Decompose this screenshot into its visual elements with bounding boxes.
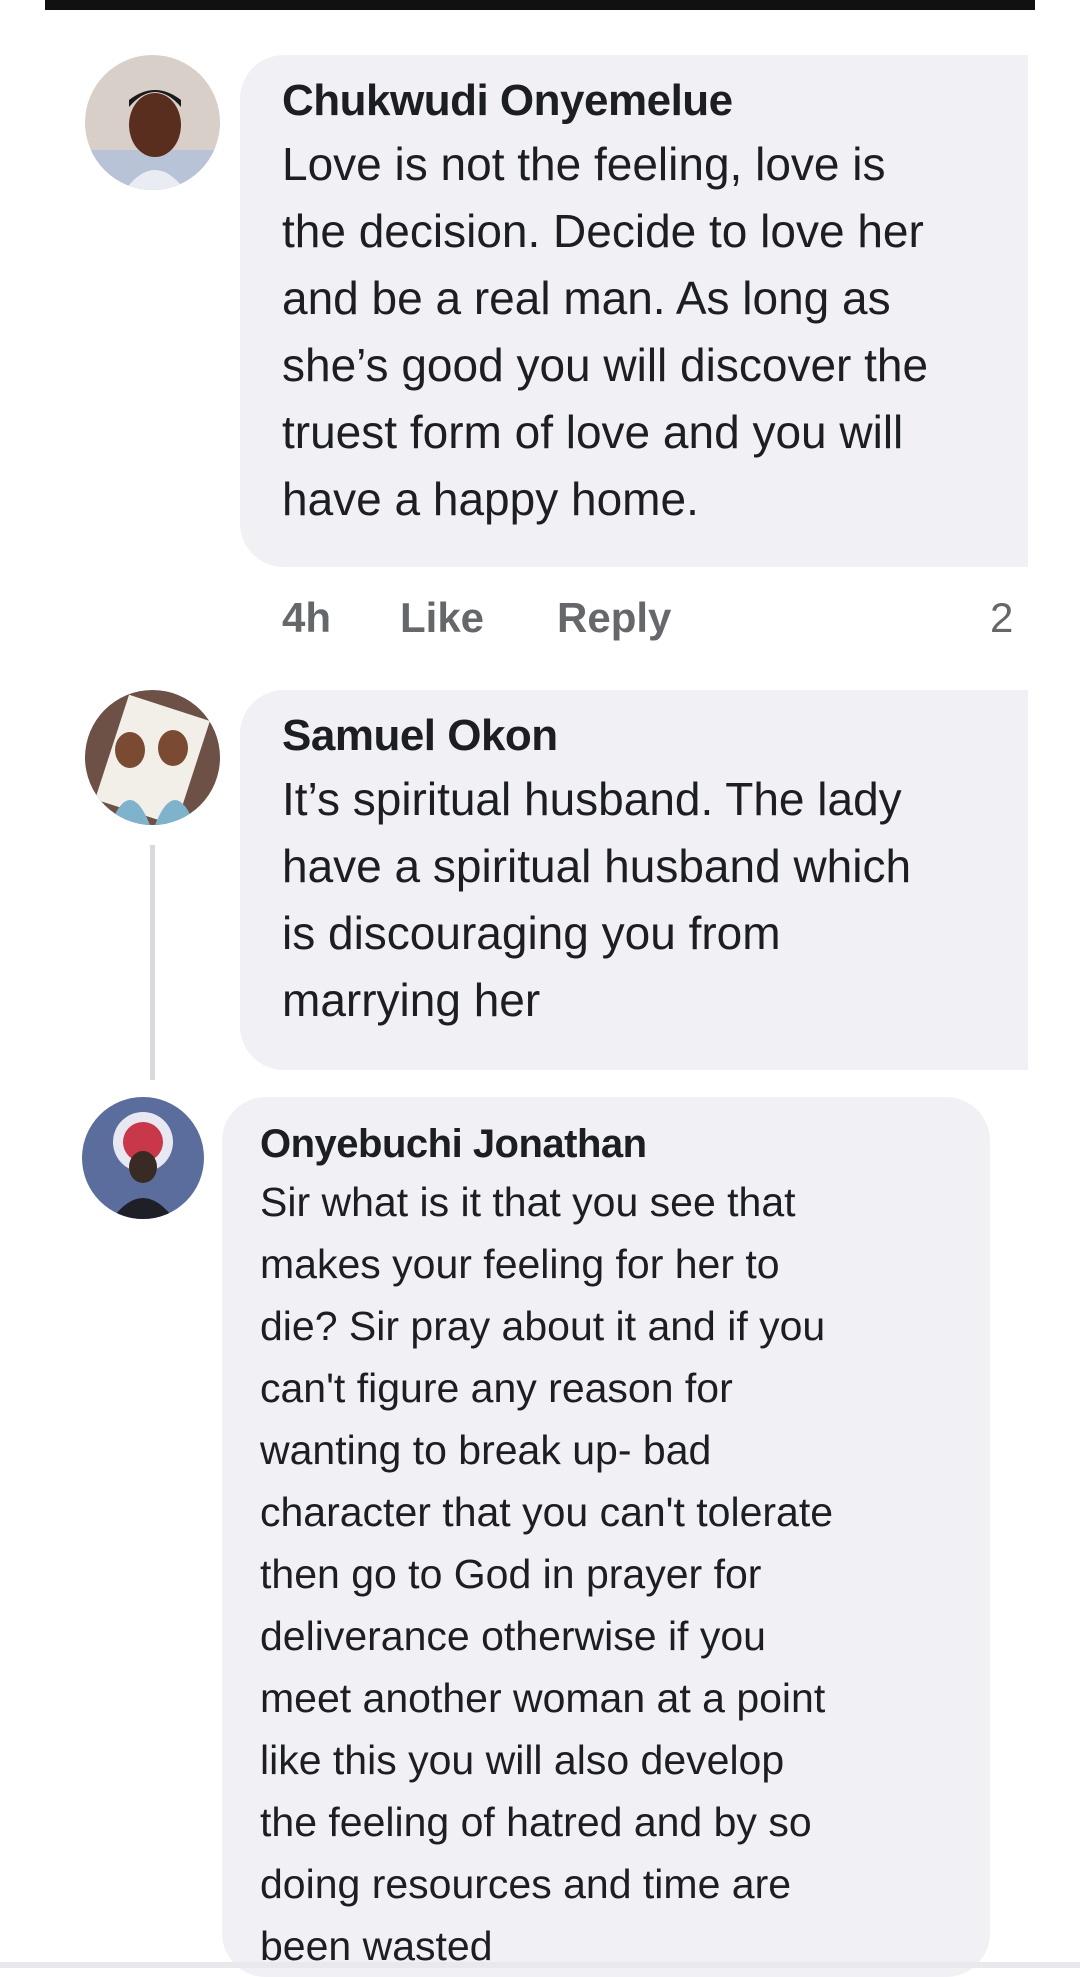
comment-text-line: like this you will also develop [260, 1737, 785, 1783]
comment-text-line: Love is not the feeling, love is [282, 138, 886, 190]
thread-connector-line [150, 845, 155, 1080]
comment-author[interactable]: Samuel Okon [282, 712, 1028, 760]
comment-text-line: have a happy home. [282, 473, 699, 525]
comment-text-line: doing resources and time are [260, 1861, 792, 1907]
comment-author[interactable]: Onyebuchi Jonathan [260, 1121, 990, 1167]
avatar-chukwudi[interactable] [85, 55, 220, 190]
comment-text: It’s spiritual husband. The lady have a … [282, 766, 1028, 1034]
bottom-strip [0, 1962, 1080, 1968]
comment-bubble-1: Chukwudi Onyemelue Love is not the feeli… [240, 55, 1028, 567]
comment-text-line: Sir what is it that you see that [260, 1179, 796, 1225]
comment-text-line: then go to God in prayer for [260, 1551, 762, 1597]
comment-text-line: can't figure any reason for [260, 1365, 733, 1411]
comment-text-line: marrying her [282, 974, 541, 1026]
comment-text-line: makes your feeling for her to [260, 1241, 780, 1287]
comment-text-line: and be a real man. As long as [282, 272, 891, 324]
avatar-photo-icon [85, 690, 220, 825]
comment-text-line: die? Sir pray about it and if you [260, 1303, 826, 1349]
comment-text-line: It’s spiritual husband. The lady [282, 773, 902, 825]
reaction-count[interactable]: 2 [990, 594, 1013, 642]
comment-actions: 4h Like Reply 2 [282, 594, 1022, 650]
comment-text-line: have a spiritual husband which [282, 840, 912, 892]
comment-bubble-3: Onyebuchi Jonathan Sir what is it that y… [222, 1097, 990, 1977]
like-button[interactable]: Like [400, 594, 484, 642]
comment-bubble-2: Samuel Okon It’s spiritual husband. The … [240, 690, 1028, 1070]
comment-text-line: truest form of love and you will [282, 406, 904, 458]
comment-text-line: wanting to break up- bad [260, 1427, 712, 1473]
avatar-onyebuchi[interactable] [82, 1097, 204, 1219]
reply-button[interactable]: Reply [557, 594, 671, 642]
avatar-photo-icon [85, 55, 220, 190]
comment-timestamp: 4h [282, 594, 332, 641]
top-divider-bar [45, 0, 1035, 10]
comment-text-line: she’s good you will discover the [282, 339, 929, 391]
comment-text: Sir what is it that you see that makes y… [260, 1171, 990, 1977]
comment-text-line: is discouraging you from [282, 907, 781, 959]
comment-text-line: meet another woman at a point [260, 1675, 826, 1721]
comment-text-line: the decision. Decide to love her [282, 205, 924, 257]
comment-author[interactable]: Chukwudi Onyemelue [282, 77, 1028, 125]
avatar-samuel[interactable] [85, 690, 220, 825]
comment-text-line: deliverance otherwise if you [260, 1613, 766, 1659]
comment-text-line: character that you can't tolerate [260, 1489, 834, 1535]
comment-text: Love is not the feeling, love is the dec… [282, 131, 1028, 533]
comment-text-line: the feeling of hatred and by so [260, 1799, 812, 1845]
avatar-photo-icon [82, 1097, 204, 1219]
